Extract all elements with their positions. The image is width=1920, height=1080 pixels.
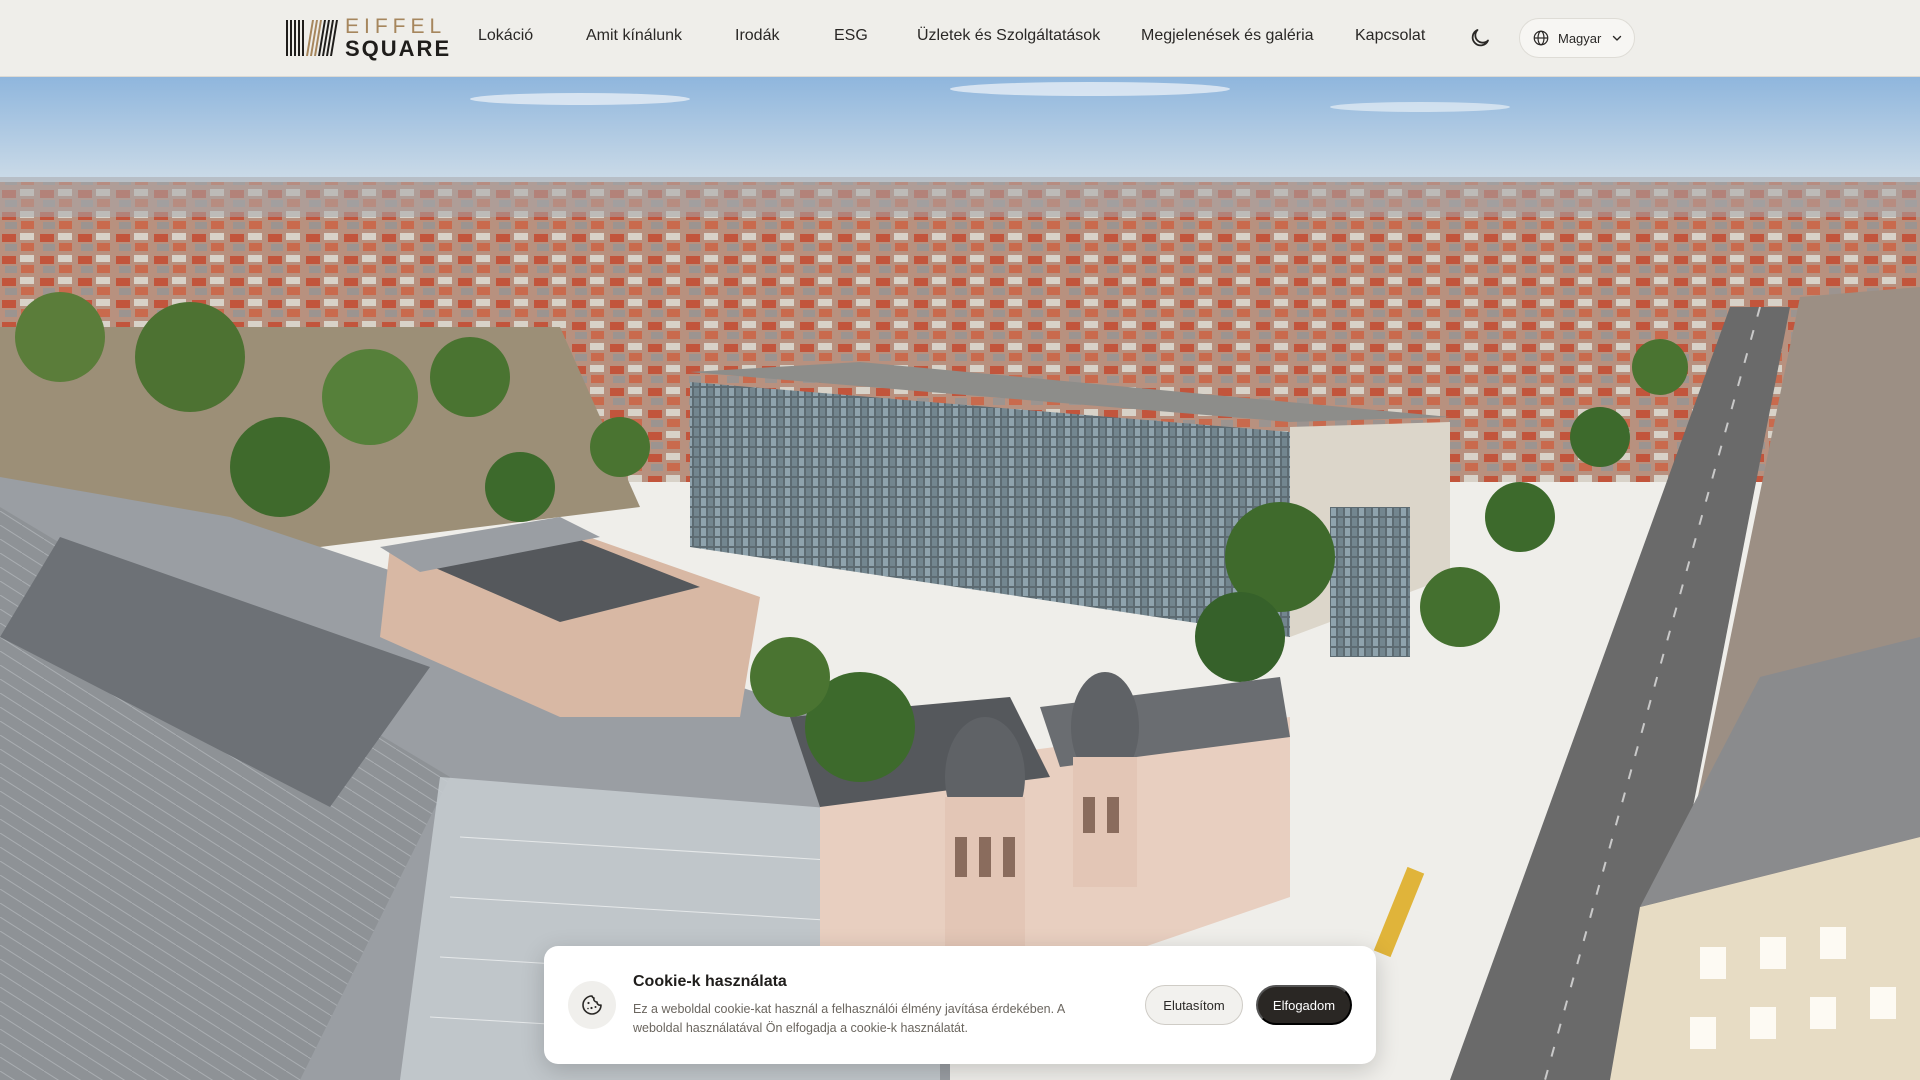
accept-cookies-button[interactable]: Elfogadom (1256, 985, 1352, 1025)
cookie-banner: Cookie-k használata Ez a weboldal cookie… (544, 946, 1376, 1064)
cookie-icon (582, 995, 602, 1015)
moon-icon[interactable] (1468, 26, 1492, 50)
brand-logo[interactable]: EIFFEL SQUARE (285, 15, 452, 61)
nav-item-megjelenesek[interactable]: Megjelenések és galéria (1141, 27, 1314, 45)
nav-item-irodak[interactable]: Irodák (735, 27, 779, 45)
decline-cookies-button[interactable]: Elutasítom (1145, 985, 1243, 1025)
chevron-down-icon (1613, 35, 1622, 41)
hero-aerial-image (0, 77, 1920, 1080)
logo-text-top: EIFFEL (345, 15, 447, 38)
nav-item-amit-kinalunk[interactable]: Amit kínálunk (586, 27, 682, 45)
globe-icon (1533, 30, 1549, 46)
nav-item-lokacio[interactable]: Lokáció (478, 27, 533, 45)
nav-item-kapcsolat[interactable]: Kapcsolat (1355, 27, 1425, 45)
cookie-banner-text: Ez a weboldal cookie-kat használ a felha… (633, 1002, 1065, 1035)
cookie-icon-badge (568, 981, 616, 1029)
hero-illustration (0, 77, 1920, 1080)
logo-mark-icon (286, 20, 338, 56)
site-header: EIFFEL SQUARE Lokáció Amit kínálunk Irod… (0, 0, 1920, 77)
language-label: Magyar (1558, 30, 1602, 46)
nav-item-uzletek[interactable]: Üzletek és Szolgáltatások (917, 27, 1100, 45)
cookie-banner-title: Cookie-k használata (633, 973, 787, 990)
language-selector[interactable]: Magyar (1519, 18, 1635, 58)
nav-item-esg[interactable]: ESG (834, 27, 868, 45)
logo-text-bottom: SQUARE (345, 36, 452, 61)
